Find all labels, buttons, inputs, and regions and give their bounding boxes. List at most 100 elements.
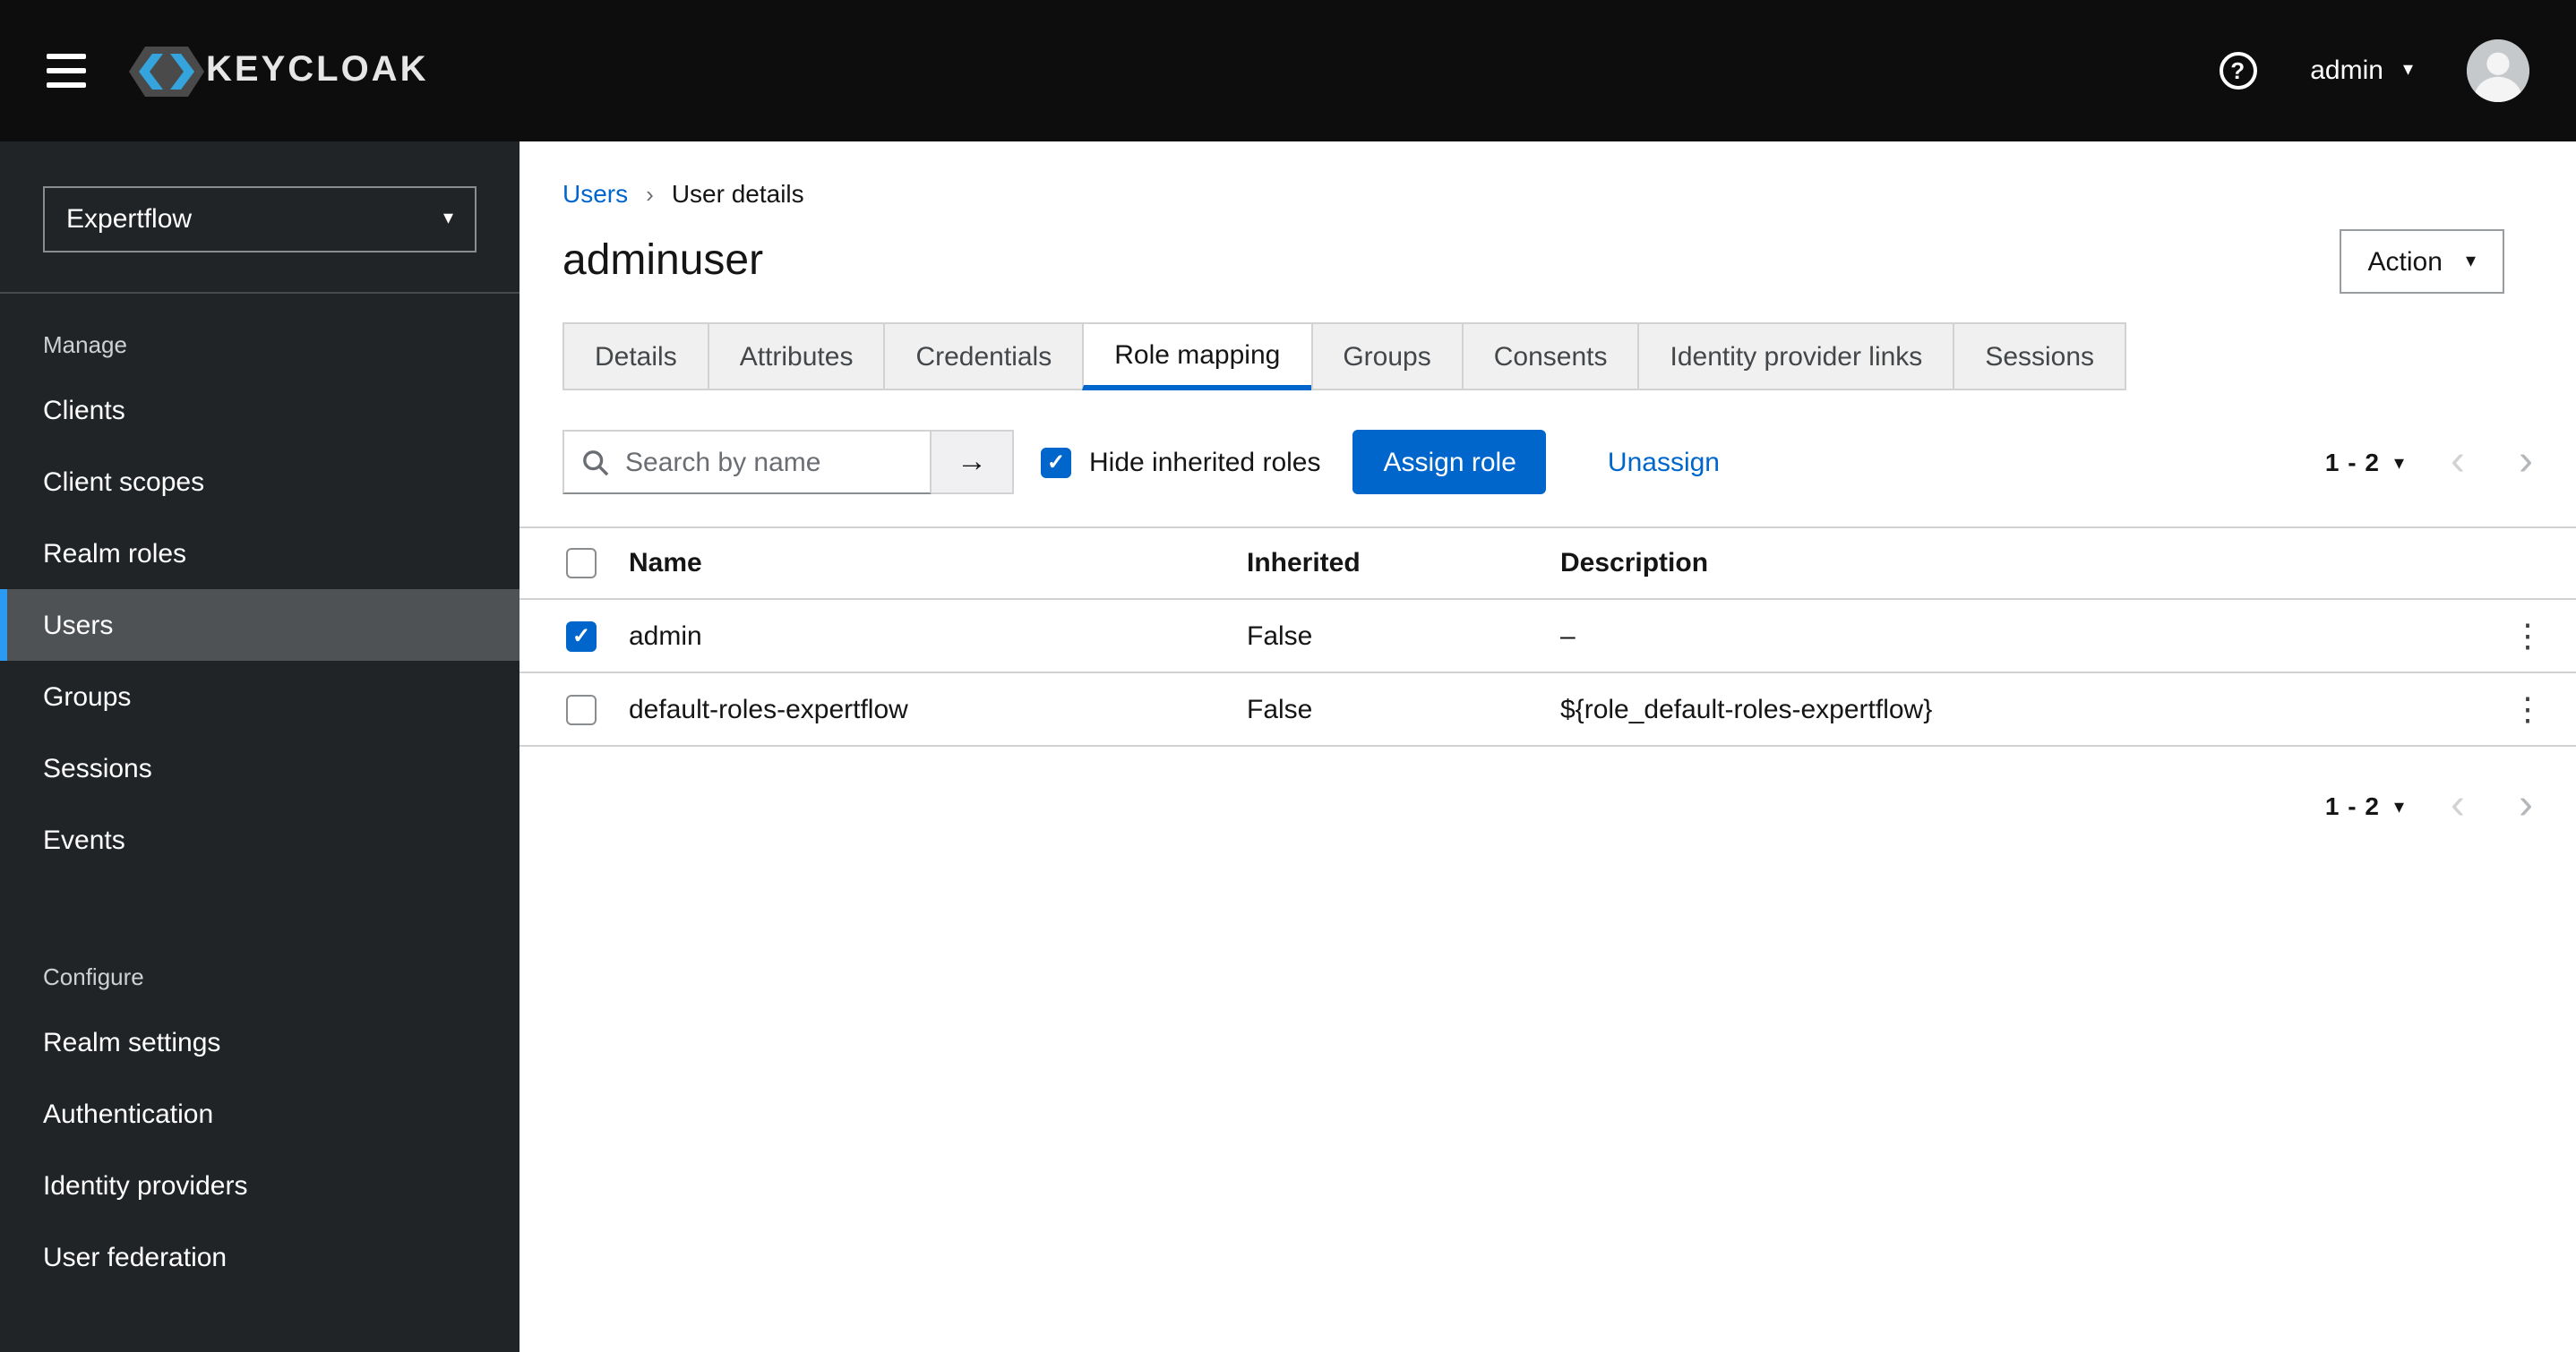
help-icon[interactable]: ? [2219, 52, 2257, 90]
tab-details[interactable]: Details [562, 322, 709, 390]
column-header-inherited: Inherited [1247, 548, 1361, 578]
breadcrumb-separator-icon: › [646, 180, 654, 207]
search-submit-button[interactable]: → [932, 430, 1014, 494]
role-mapping-table: ✓ Name Inherited Description ✓ admin Fal… [519, 526, 2576, 747]
row-checkbox[interactable]: ✓ [566, 620, 597, 651]
row-actions-cell: ⋮ [2479, 690, 2576, 728]
chevron-down-icon: ▾ [2393, 452, 2404, 474]
keycloak-logo-icon [129, 46, 204, 96]
row-actions-cell: ⋮ [2479, 617, 2576, 655]
chevron-down-icon: ▾ [2465, 250, 2476, 271]
nav-section-title: Configure [43, 963, 144, 990]
nav-section-configure: Configure Realm settings Authentication … [0, 926, 519, 1293]
chevron-down-icon: ▾ [2393, 796, 2404, 817]
header-checkbox-cell: ✓ [519, 548, 629, 578]
pagination-range: 1 - 2 [2324, 448, 2380, 476]
sidebar-item-sessions[interactable]: Sessions [0, 732, 519, 804]
tab-groups[interactable]: Groups [1310, 322, 1464, 390]
check-icon: ✓ [1046, 449, 1066, 475]
table-row: ✓ admin False – ⋮ [519, 600, 2576, 673]
kebab-menu-icon[interactable]: ⋮ [2501, 690, 2555, 728]
pagination-bottom: 1 - 2 ▾ ‹ › [2325, 783, 2533, 827]
sidebar: Expertflow ▾ Manage Clients Client scope… [0, 141, 519, 1352]
tabs: Details Attributes Credentials Role mapp… [519, 322, 2576, 390]
breadcrumb-current: User details [671, 179, 804, 208]
user-menu[interactable]: admin ▾ [2310, 56, 2413, 86]
pagination-nav: ‹ › [2451, 783, 2533, 827]
assign-role-button[interactable]: Assign role [1352, 430, 1547, 494]
arrow-right-icon: → [957, 444, 987, 478]
tab-consents[interactable]: Consents [1461, 322, 1640, 390]
hide-inherited-checkbox[interactable]: ✓ [1041, 447, 1071, 477]
nav-toggle-button[interactable] [47, 54, 86, 88]
pagination-dropdown[interactable]: 1 - 2 ▾ [2325, 792, 2404, 820]
role-inherited: False [1247, 620, 1313, 651]
sidebar-item-user-federation[interactable]: User federation [0, 1221, 519, 1293]
next-page-button[interactable]: › [2519, 440, 2533, 483]
chevron-down-icon: ▾ [442, 208, 453, 229]
role-description: ${role_default-roles-expertflow} [1560, 694, 1933, 724]
username: admin [2310, 56, 2383, 86]
role-description: – [1560, 620, 1576, 651]
question-mark-glyph: ? [2230, 57, 2245, 84]
row-checkbox[interactable]: ✓ [566, 694, 597, 724]
hide-inherited-label: Hide inherited roles [1089, 447, 1321, 477]
sidebar-item-authentication[interactable]: Authentication [0, 1078, 519, 1150]
pagination-nav: ‹ › [2451, 440, 2533, 483]
sidebar-item-clients[interactable]: Clients [0, 374, 519, 446]
unassign-link[interactable]: Unassign [1608, 447, 1720, 477]
sidebar-item-realm-settings[interactable]: Realm settings [0, 1006, 519, 1078]
masthead: KEYCLOAK ? admin ▾ [0, 0, 2576, 141]
action-label: Action [2367, 246, 2443, 277]
previous-page-button[interactable]: ‹ [2451, 783, 2465, 827]
nav-section-manage: Manage Clients Client scopes Realm roles… [0, 294, 519, 876]
column-header-description: Description [1560, 548, 1709, 578]
chevron-down-icon: ▾ [2402, 59, 2413, 81]
sidebar-item-realm-roles[interactable]: Realm roles [0, 518, 519, 589]
check-icon: ✓ [571, 623, 591, 648]
breadcrumb: Users › User details [519, 141, 2576, 208]
breadcrumb-link-users[interactable]: Users [562, 179, 628, 208]
tab-sessions[interactable]: Sessions [1953, 322, 2127, 390]
masthead-right: ? admin ▾ [2219, 39, 2529, 102]
realm-selector[interactable]: Expertflow ▾ [43, 186, 477, 252]
tab-identity-provider-links[interactable]: Identity provider links [1637, 322, 1955, 390]
role-name: admin [629, 620, 702, 651]
previous-page-button[interactable]: ‹ [2451, 440, 2465, 483]
next-page-button[interactable]: › [2519, 783, 2533, 827]
sidebar-item-events[interactable]: Events [0, 804, 519, 876]
pagination-dropdown[interactable]: 1 - 2 ▾ [2325, 448, 2404, 476]
row-checkbox-cell: ✓ [519, 694, 629, 724]
tab-credentials[interactable]: Credentials [883, 322, 1085, 390]
search-box [562, 430, 932, 494]
row-checkbox-cell: ✓ [519, 620, 629, 651]
kebab-menu-icon[interactable]: ⋮ [2501, 617, 2555, 655]
hide-inherited-roles-group: ✓ Hide inherited roles [1041, 447, 1321, 477]
brand-name: KEYCLOAK [206, 50, 429, 90]
sidebar-item-groups[interactable]: Groups [0, 661, 519, 732]
avatar[interactable] [2467, 39, 2529, 102]
sidebar-item-client-scopes[interactable]: Client scopes [0, 446, 519, 518]
page-title: adminuser [562, 236, 764, 285]
main-content: Users › User details adminuser Action ▾ … [519, 141, 2576, 1352]
nav-section-title: Manage [43, 331, 127, 358]
column-header-name: Name [629, 548, 702, 578]
search-icon [582, 449, 609, 475]
search-input[interactable] [625, 447, 912, 477]
tab-attributes[interactable]: Attributes [707, 322, 886, 390]
action-dropdown-button[interactable]: Action ▾ [2339, 229, 2504, 294]
table-header-row: ✓ Name Inherited Description [519, 526, 2576, 600]
page-header: adminuser Action ▾ [519, 208, 2576, 322]
table-row: ✓ default-roles-expertflow False ${role_… [519, 673, 2576, 747]
tab-role-mapping[interactable]: Role mapping [1082, 322, 1313, 390]
current-realm: Expertflow [66, 204, 193, 235]
pagination-bottom-container: 1 - 2 ▾ ‹ › [519, 747, 2576, 865]
search-group: → [562, 430, 1014, 494]
keycloak-admin-console: KEYCLOAK ? admin ▾ Expertflow ▾ Manage C… [0, 0, 2576, 1352]
keycloak-logo: KEYCLOAK [129, 46, 428, 96]
select-all-checkbox[interactable]: ✓ [566, 548, 597, 578]
sidebar-item-users[interactable]: Users [0, 589, 519, 661]
sidebar-item-identity-providers[interactable]: Identity providers [0, 1150, 519, 1221]
pagination-range: 1 - 2 [2324, 792, 2380, 820]
role-inherited: False [1247, 694, 1313, 724]
